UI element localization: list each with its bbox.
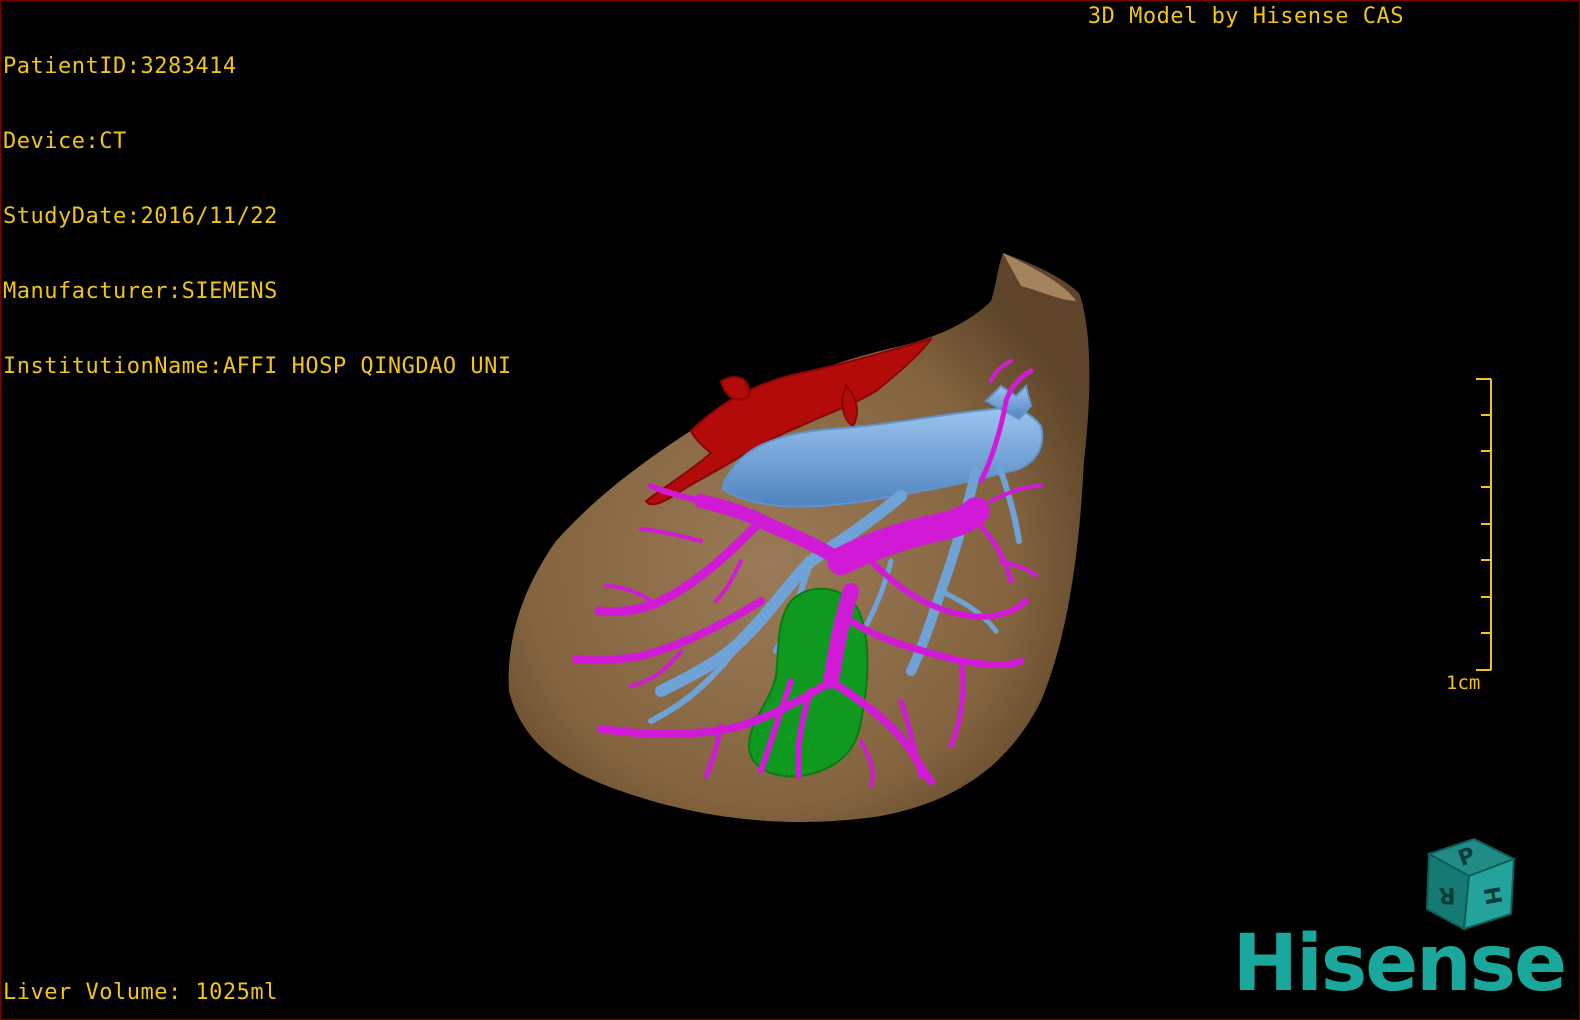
scale-bar-label: 1cm: [1446, 672, 1481, 694]
liver-3d-model[interactable]: [1, 1, 1580, 1020]
scale-bar: [1476, 378, 1492, 671]
3d-viewport[interactable]: PatientID:3283414 Device:CT StudyDate:20…: [0, 0, 1580, 1020]
cube-face-left-letter: R: [1438, 882, 1455, 907]
hisense-logo: Hisense: [1232, 919, 1567, 1009]
liver-volume-text: Liver Volume: 1025ml: [3, 980, 278, 1005]
